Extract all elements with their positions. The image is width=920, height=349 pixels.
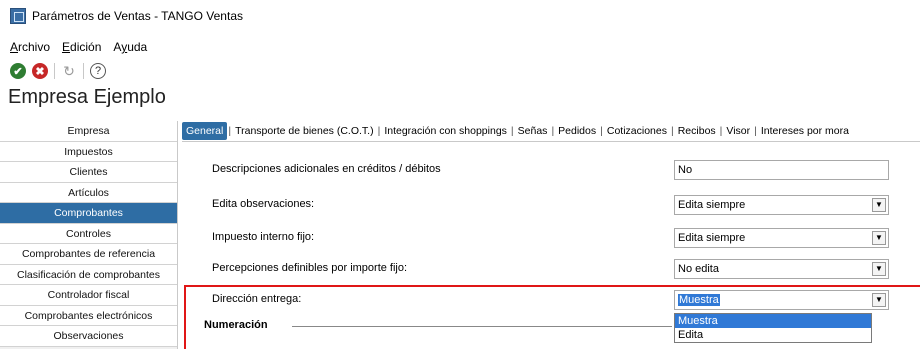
- select-field[interactable]: Edita siempre ▼: [674, 195, 889, 215]
- sidebar-item[interactable]: Impuestos: [0, 141, 177, 162]
- field-label: Impuesto interno fijo:: [212, 231, 315, 243]
- sidebar-item[interactable]: Empresa: [0, 121, 177, 142]
- chevron-down-icon[interactable]: ▼: [872, 262, 886, 276]
- dropdown-option[interactable]: Edita: [675, 328, 871, 342]
- sidebar-item[interactable]: Clientes: [0, 162, 177, 183]
- menu-bar: Archivo Edición Ayuda: [0, 40, 147, 58]
- toolbar: ✔ ✖ ↻ ?: [0, 60, 106, 82]
- tab[interactable]: Transporte de bienes (C.O.T.): [232, 125, 377, 137]
- toolbar-separator: [54, 63, 55, 79]
- form-row: Edita observaciones: Edita siempre ▼: [212, 195, 912, 217]
- tab[interactable]: Integración con shoppings: [381, 125, 510, 137]
- menu-archivo[interactable]: Archivo: [10, 40, 50, 58]
- company-name: Empresa Ejemplo: [8, 86, 166, 108]
- tab[interactable]: Señas: [515, 125, 551, 137]
- sidebar: Empresa Impuestos Clientes Artículos Comprob…: [0, 121, 178, 349]
- text-field[interactable]: No: [674, 160, 889, 180]
- field-value: Edita siempre: [678, 232, 746, 244]
- menu-ayuda[interactable]: Ayuda: [113, 40, 147, 58]
- form-row: Impuesto interno fijo: Edita siempre ▼: [212, 228, 912, 250]
- select-field[interactable]: No edita ▼: [674, 259, 889, 279]
- form-row: Percepciones definibles por importe fijo…: [212, 259, 912, 281]
- sidebar-item[interactable]: Artículos: [0, 182, 177, 203]
- tab[interactable]: Recibos: [675, 125, 719, 137]
- sidebar-item[interactable]: Clasificación de comprobantes: [0, 264, 177, 285]
- sidebar-item[interactable]: Controlador fiscal: [0, 285, 177, 306]
- title-bar: Parámetros de Ventas - TANGO Ventas: [0, 0, 920, 32]
- tab[interactable]: Cotizaciones: [604, 125, 670, 137]
- field-value: No edita: [678, 263, 719, 275]
- section-numeracion: Numeración: [204, 319, 674, 333]
- chevron-down-icon[interactable]: ▼: [872, 231, 886, 245]
- section-title: Numeración: [204, 319, 276, 331]
- tab[interactable]: Pedidos: [555, 125, 599, 137]
- chevron-down-icon[interactable]: ▼: [872, 198, 886, 212]
- toolbar-separator: [83, 63, 84, 79]
- form-row: Descripciones adicionales en créditos / …: [212, 160, 912, 182]
- section-line: [292, 326, 672, 327]
- cancel-icon[interactable]: ✖: [32, 63, 48, 79]
- tab-bar: General | Transporte de bienes (C.O.T.) | In…: [182, 121, 852, 141]
- field-label: Percepciones definibles por importe fijo…: [212, 262, 408, 274]
- tab[interactable]: Intereses por mora: [758, 125, 852, 137]
- help-icon[interactable]: ?: [90, 63, 106, 79]
- field-label: Edita observaciones:: [212, 198, 315, 210]
- menu-edición[interactable]: Edición: [62, 40, 101, 58]
- tab[interactable]: Visor: [723, 125, 753, 137]
- sidebar-item[interactable]: Comprobantes electrónicos: [0, 305, 177, 326]
- tab[interactable]: General: [182, 122, 228, 140]
- field-value: No: [678, 164, 693, 176]
- select-field[interactable]: Edita siempre ▼: [674, 228, 889, 248]
- field-label: Descripciones adicionales en créditos / …: [212, 163, 441, 175]
- accept-icon[interactable]: ✔: [10, 63, 26, 79]
- app-icon: [10, 8, 26, 24]
- refresh-icon[interactable]: ↻: [61, 63, 77, 80]
- sidebar-item[interactable]: Observaciones: [0, 326, 177, 347]
- window-title: Parámetros de Ventas - TANGO Ventas: [32, 9, 243, 23]
- sidebar-item[interactable]: Comprobantes: [0, 203, 177, 224]
- sidebar-item[interactable]: Controles: [0, 223, 177, 244]
- sidebar-item[interactable]: Comprobantes de referencia: [0, 244, 177, 265]
- field-value: Edita siempre: [678, 199, 746, 211]
- dropdown-option[interactable]: Muestra: [675, 314, 871, 328]
- tab-divider: [182, 141, 920, 142]
- direccion-entrega-dropdown-list[interactable]: Muestra Edita: [674, 313, 872, 343]
